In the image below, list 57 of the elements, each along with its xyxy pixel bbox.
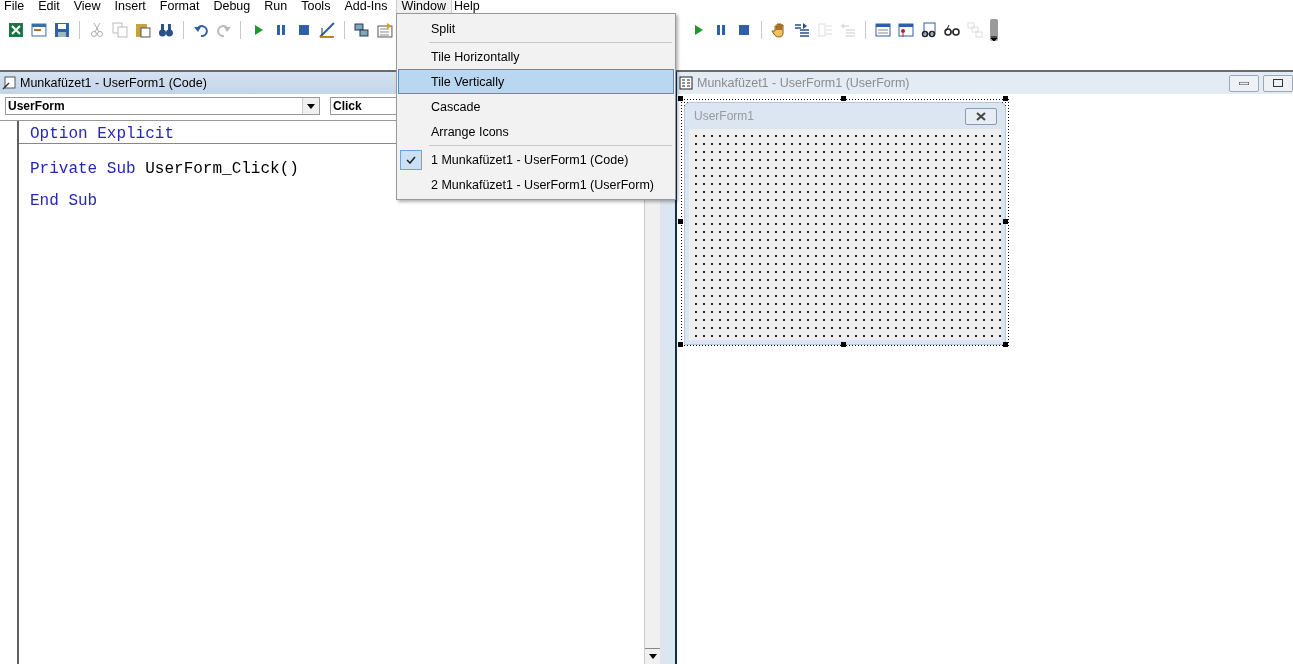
glasses-icon[interactable] <box>944 22 960 38</box>
code-window-icon <box>2 76 16 90</box>
resize-handle[interactable] <box>1003 96 1008 101</box>
checkmark-icon <box>406 156 416 164</box>
menu-command[interactable]: Split <box>398 16 674 41</box>
menu-item[interactable]: Add-Ins <box>344 0 396 13</box>
binoculars-icon[interactable] <box>157 22 174 38</box>
caret-icon <box>991 36 997 41</box>
undo-icon[interactable] <box>192 22 209 38</box>
glasses-document-icon[interactable] <box>921 22 937 38</box>
menu-command[interactable]: Tile Vertically <box>398 69 674 94</box>
window-pin-icon[interactable] <box>898 22 914 38</box>
code-line: End Sub <box>29 194 99 208</box>
menu-command[interactable]: 1 Munkafüzet1 - UserForm1 (Code) <box>398 144 674 172</box>
menu-item[interactable]: Debug <box>213 0 259 13</box>
minimize-icon <box>1239 81 1249 85</box>
form-caption: UserForm1 <box>694 109 754 123</box>
scroll-down-icon[interactable] <box>648 654 657 659</box>
menu-item[interactable]: Edit <box>38 0 68 13</box>
indent-icon[interactable] <box>794 22 810 38</box>
menu-item[interactable]: Run <box>264 0 296 13</box>
menu-item[interactable]: Window <box>395 0 452 13</box>
tree-icon[interactable] <box>354 22 371 38</box>
form-icon[interactable] <box>30 22 47 38</box>
menu-item[interactable]: View <box>73 0 109 13</box>
save-icon[interactable] <box>53 22 70 38</box>
menu-item[interactable]: Help <box>453 0 488 13</box>
resize-handle[interactable] <box>841 96 846 101</box>
resize-handle[interactable] <box>678 342 683 347</box>
stop-icon[interactable] <box>736 22 752 38</box>
close-button[interactable] <box>965 107 997 125</box>
paste-icon[interactable] <box>134 22 151 38</box>
ruler-pencil-icon[interactable] <box>319 22 336 38</box>
form-window-icon <box>679 76 693 90</box>
code-line: Private Sub UserForm_Click() <box>29 162 300 176</box>
caret-icon <box>307 103 315 109</box>
hand-icon[interactable] <box>771 22 787 38</box>
menu-item[interactable]: Tools <box>301 0 339 13</box>
resize-handle[interactable] <box>1003 342 1008 347</box>
resize-handle[interactable] <box>678 219 683 224</box>
resize-handle[interactable] <box>841 342 846 347</box>
window-title: Munkafüzet1 - UserForm1 (Code) <box>20 76 207 90</box>
menu-item[interactable]: File <box>4 0 33 13</box>
toolbar-overflow-button[interactable] <box>990 19 998 41</box>
menu-command[interactable]: Cascade <box>398 94 674 119</box>
menu-item[interactable]: Insert <box>114 0 154 13</box>
window-title: Munkafüzet1 - UserForm1 (UserForm) <box>697 76 910 90</box>
object-dropdown[interactable]: UserForm <box>5 97 320 115</box>
menu-command[interactable]: 2 Munkafüzet1 - UserForm1 (UserForm) <box>398 172 674 197</box>
close-icon <box>975 111 987 121</box>
resize-handle[interactable] <box>678 96 683 101</box>
menu-item[interactable]: Format <box>159 0 208 13</box>
window-icon[interactable] <box>875 22 891 38</box>
list-icon[interactable] <box>377 22 393 38</box>
restore-icon <box>1273 79 1283 87</box>
resize-handle[interactable] <box>1003 219 1008 224</box>
spreadsheet-icon[interactable] <box>8 22 24 38</box>
